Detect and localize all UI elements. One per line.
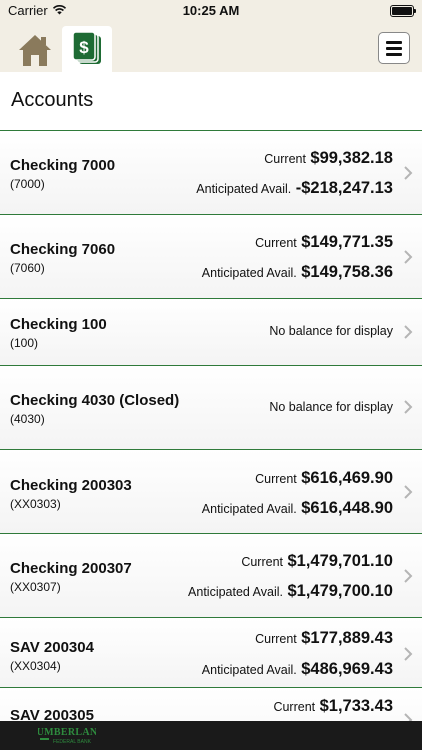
anticipated-value: $149,758.36 — [301, 263, 393, 281]
account-row[interactable]: Checking 200307 (XX0307) Current $1,479,… — [0, 534, 422, 618]
anticipated-label: Anticipated Avail. — [201, 663, 297, 677]
current-label: Current — [255, 632, 297, 646]
current-label: Current — [255, 472, 297, 486]
current-balance: Current $99,382.18 — [264, 149, 393, 168]
account-name: SAV 200304 — [10, 639, 94, 656]
page-title: Accounts — [11, 89, 94, 111]
bank-logo: CUMBERLAND FEDERAL BANK — [38, 727, 96, 745]
current-value: $1,479,701.10 — [287, 552, 393, 570]
account-name: Checking 100 — [10, 316, 107, 333]
current-value: $1,733.43 — [319, 697, 393, 715]
account-name: Checking 7000 — [10, 157, 116, 174]
chevron-right-icon — [404, 569, 413, 583]
anticipated-label: Anticipated Avail. — [188, 585, 284, 599]
anticipated-value: $616,448.90 — [301, 499, 393, 517]
chevron-right-icon — [404, 647, 413, 661]
account-number: (100) — [10, 336, 39, 350]
account-name: Checking 200303 — [10, 477, 132, 494]
accounts-tab[interactable]: $ — [62, 26, 112, 72]
chevron-right-icon — [404, 325, 413, 339]
svg-text:FEDERAL BANK: FEDERAL BANK — [53, 739, 92, 745]
account-name: Checking 4030 (Closed) — [10, 392, 180, 409]
current-value: $177,889.43 — [301, 629, 393, 647]
svg-text:CUMBERLAND: CUMBERLAND — [38, 727, 96, 738]
account-number: (XX0307) — [10, 580, 61, 594]
anticipated-value: $486,969.43 — [301, 660, 393, 678]
current-label: Current — [255, 236, 297, 250]
account-row[interactable]: Checking 7000 (7000) Current $99,382.18 … — [0, 131, 422, 215]
account-row[interactable]: SAV 200304 (XX0304) Current $177,889.43 … — [0, 618, 422, 688]
chevron-right-icon — [404, 485, 413, 499]
footer-bar: CUMBERLAND FEDERAL BANK — [0, 721, 422, 750]
current-value: $616,469.90 — [301, 469, 393, 487]
account-row[interactable]: Checking 7060 (7060) Current $149,771.35… — [0, 215, 422, 299]
anticipated-value: -$218,247.13 — [295, 179, 393, 197]
menu-icon — [386, 41, 402, 44]
accounts-icon: $ — [72, 31, 101, 64]
anticipated-value: $1,479,700.10 — [287, 582, 393, 600]
svg-text:$: $ — [79, 38, 89, 57]
chevron-right-icon — [404, 400, 413, 414]
chevron-right-icon — [404, 166, 413, 180]
anticipated-balance: Anticipated Avail. $149,758.36 — [202, 263, 393, 282]
account-row[interactable]: Checking 200303 (XX0303) Current $616,46… — [0, 450, 422, 534]
account-number: (XX0304) — [10, 659, 61, 673]
anticipated-balance: Anticipated Avail. $1,479,700.10 — [188, 582, 393, 601]
chevron-right-icon — [404, 250, 413, 264]
anticipated-balance: Anticipated Avail. $486,969.43 — [202, 660, 393, 679]
account-number: (7060) — [10, 261, 45, 275]
current-balance: Current $149,771.35 — [255, 233, 393, 252]
home-icon[interactable] — [12, 26, 58, 72]
anticipated-label: Anticipated Avail. — [201, 266, 297, 280]
account-name: Checking 7060 — [10, 241, 116, 258]
top-nav: $ — [0, 22, 422, 72]
menu-button[interactable] — [378, 32, 410, 64]
account-number: (4030) — [10, 412, 45, 426]
account-list: Checking 7000 (7000) Current $99,382.18 … — [0, 131, 422, 750]
no-balance-message: No balance for display — [269, 400, 393, 414]
current-value: $99,382.18 — [310, 149, 393, 167]
account-number: (XX0303) — [10, 497, 61, 511]
account-name: Checking 200307 — [10, 560, 132, 577]
clock-time: 10:25 AM — [182, 3, 240, 18]
app-screen: Carrier 10:25 AM $ Accounts Checking 700… — [0, 0, 422, 750]
anticipated-label: Anticipated Avail. — [201, 502, 297, 516]
current-balance: Current $616,469.90 — [255, 469, 393, 488]
anticipated-balance: Anticipated Avail. $616,448.90 — [202, 499, 393, 518]
current-balance: Current $177,889.43 — [255, 629, 393, 648]
anticipated-balance: Anticipated Avail. -$218,247.13 — [196, 179, 393, 198]
anticipated-label: Anticipated Avail. — [196, 182, 292, 196]
account-row[interactable]: Checking 4030 (Closed) (4030) No balance… — [0, 366, 422, 450]
account-row[interactable]: Checking 100 (100) No balance for displa… — [0, 299, 422, 366]
battery-icon — [390, 5, 416, 17]
current-balance: Current $1,733.43 — [273, 697, 393, 716]
current-label: Current — [273, 700, 316, 714]
current-value: $149,771.35 — [301, 233, 393, 251]
status-bar: Carrier 10:25 AM — [0, 0, 422, 22]
no-balance-message: No balance for display — [269, 324, 393, 338]
current-balance: Current $1,479,701.10 — [241, 552, 393, 571]
current-label: Current — [241, 555, 284, 569]
current-label: Current — [264, 152, 306, 166]
account-number: (7000) — [10, 177, 45, 191]
